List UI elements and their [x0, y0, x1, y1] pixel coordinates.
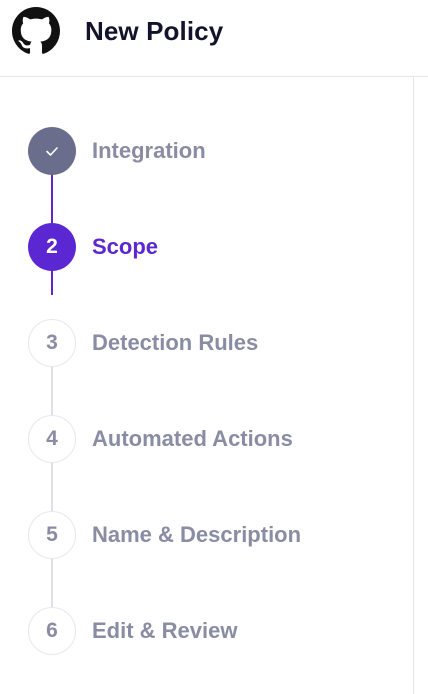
page-header: New Policy — [0, 0, 428, 77]
step-automated-actions[interactable]: 4 Automated Actions — [28, 415, 408, 463]
stepper-panel: Integration 2 Scope 3 Detection Rules 4 … — [0, 77, 414, 694]
step-connector — [51, 367, 53, 415]
step-number: 4 — [28, 415, 76, 463]
step-label: Automated Actions — [92, 426, 293, 451]
step-number: 5 — [28, 511, 76, 559]
step-integration[interactable]: Integration — [28, 127, 408, 175]
page-title: New Policy — [85, 16, 224, 46]
step-label: Name & Description — [92, 522, 302, 547]
step-connector — [51, 271, 53, 295]
github-logo-icon[interactable] — [12, 7, 60, 55]
step-connector — [51, 175, 53, 223]
step-number: 2 — [28, 223, 76, 271]
step-connector — [51, 463, 53, 511]
step-label: Detection Rules — [92, 330, 259, 355]
step-completed-indicator — [28, 127, 76, 175]
checkmark-icon — [46, 147, 58, 156]
step-label: Scope — [92, 234, 159, 259]
step-edit-review[interactable]: 6 Edit & Review — [28, 607, 408, 655]
step-detection-rules[interactable]: 3 Detection Rules — [28, 319, 408, 367]
step-connector — [51, 559, 53, 607]
step-label: Integration — [92, 138, 206, 163]
step-number: 3 — [28, 319, 76, 367]
step-label: Edit & Review — [92, 618, 238, 643]
step-name-description[interactable]: 5 Name & Description — [28, 511, 408, 559]
step-scope[interactable]: 2 Scope — [28, 223, 408, 271]
step-number: 6 — [28, 607, 76, 655]
